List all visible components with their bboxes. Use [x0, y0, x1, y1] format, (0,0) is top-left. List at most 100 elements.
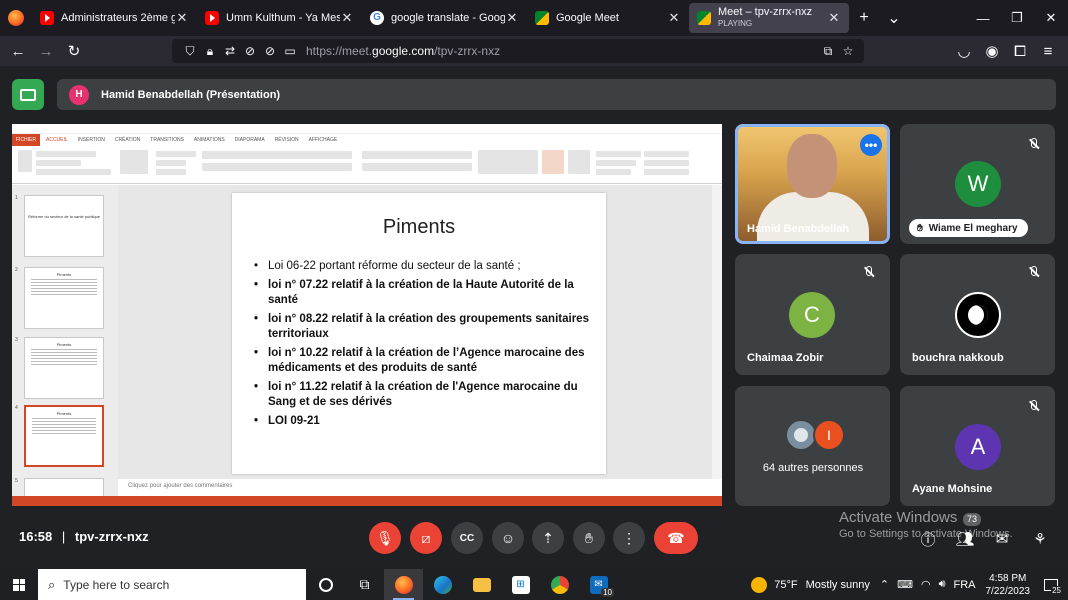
raise-hand-button[interactable]: ✋︎ — [573, 522, 605, 554]
start-button[interactable] — [0, 569, 38, 600]
forward-arrow-icon[interactable]: → — [32, 37, 60, 65]
picture-in-picture-icon[interactable]: ⧉ — [818, 41, 838, 61]
thumb-number: 2 — [15, 267, 18, 273]
more-options-button[interactable]: ⋮ — [613, 522, 645, 554]
ribbon-control — [156, 151, 196, 157]
url-prefix: https://meet. — [306, 44, 373, 58]
reload-icon[interactable]: ↻ — [60, 37, 88, 65]
new-tab-button[interactable]: + — [849, 3, 879, 33]
clock-time: 4:58 PM — [989, 572, 1027, 584]
camera-off-button[interactable]: ⧄ — [410, 522, 442, 554]
window-close-button[interactable]: ✕ — [1034, 0, 1068, 36]
back-arrow-icon[interactable]: ← — [4, 37, 32, 65]
pocket-icon[interactable]: ◡ — [950, 37, 978, 65]
shield-icon[interactable]: ⛉ — [180, 41, 200, 61]
leave-call-button[interactable]: ☎︎ — [654, 522, 698, 554]
browser-tab-active[interactable]: Meet – tpv-zrrx-nxz PLAYING ✕ — [689, 3, 849, 33]
others-tile[interactable]: I 64 autres personnes — [735, 386, 890, 506]
close-icon[interactable]: ✕ — [175, 10, 189, 26]
ribbon-control — [596, 169, 631, 175]
presenter-label: Hamid Benabdellah (Présentation) — [101, 88, 281, 101]
present-button[interactable]: ⇡ — [532, 522, 564, 554]
chevron-up-icon[interactable]: ⌃ — [880, 578, 889, 591]
microphone-off-button[interactable]: 🎙︎ — [369, 522, 401, 554]
weather-widget[interactable]: 75°F Mostly sunny — [751, 576, 870, 593]
volume-icon[interactable]: 🔊︎ — [939, 578, 946, 591]
thumb-number: 4 — [15, 405, 18, 411]
chat-icon[interactable]: ✉︎ — [988, 525, 1016, 553]
hand-raised-icon: ✋︎ — [917, 222, 923, 234]
thumb-number: 1 — [15, 195, 18, 201]
presentation-toggle-button[interactable] — [12, 79, 44, 110]
tab-title: Google Meet — [556, 12, 619, 24]
permissions-icon[interactable]: ⇄ — [220, 41, 240, 61]
notification-badge: 25 — [1051, 585, 1062, 595]
screen-share-icon[interactable]: ▭ — [280, 41, 300, 61]
restore-button[interactable]: ❐ — [1000, 0, 1034, 36]
microphone-blocked-icon[interactable]: ⊘ — [260, 41, 280, 61]
activities-icon[interactable]: ⚘ — [1026, 525, 1054, 553]
captions-button[interactable]: CC — [451, 522, 483, 554]
extensions-icon[interactable]: ⧠ — [1006, 37, 1034, 65]
task-view-icon[interactable]: ⧉ — [345, 569, 384, 600]
chrome-icon[interactable] — [540, 569, 579, 600]
weather-description: Mostly sunny — [805, 578, 870, 591]
notifications-icon[interactable]: 25 — [1040, 575, 1062, 595]
cortana-icon[interactable] — [306, 569, 345, 600]
wifi-icon[interactable]: ◠ — [921, 578, 931, 591]
ribbon-control — [36, 151, 96, 157]
microphone-off-icon — [1025, 396, 1043, 414]
avatar: I — [813, 419, 845, 451]
minimize-button[interactable]: — — [966, 0, 1000, 36]
more-options-icon[interactable]: ••• — [860, 134, 882, 156]
meeting-details-icon[interactable]: ⓘ — [914, 525, 942, 553]
tab-list-chevron-icon[interactable]: ⌄ — [879, 3, 909, 33]
file-explorer-icon[interactable] — [462, 569, 501, 600]
browser-tab[interactable]: Umm Kulthum - Ya Mesaharni ✕ — [197, 3, 362, 33]
firefox-icon[interactable] — [0, 0, 32, 36]
ppt-status-bar — [12, 496, 722, 506]
participant-name: Ayane Mohsine — [912, 483, 993, 495]
participant-tile[interactable]: bouchra nakkoub — [900, 254, 1055, 375]
font-controls — [202, 151, 352, 159]
slide-thumbnail: Piments — [24, 337, 104, 399]
slide-bullet: loi n° 11.22 relatif à la création de l'… — [254, 380, 590, 410]
edge-icon[interactable] — [423, 569, 462, 600]
ribbon-control — [596, 151, 641, 157]
browser-tab[interactable]: Google Meet ✕ — [527, 3, 689, 33]
participant-name: Hamid Benabdellah — [747, 223, 850, 235]
windows-taskbar: ⌕ Type here to search ⧉ ⊞ ✉︎ 10 75°F Most… — [0, 569, 1068, 600]
people-icon[interactable]: 👥︎ — [951, 525, 979, 553]
taskbar-search[interactable]: ⌕ Type here to search — [38, 569, 306, 600]
slide-thumbnail — [24, 478, 104, 498]
camera-blocked-icon[interactable]: ⊘ — [240, 41, 260, 61]
close-icon[interactable]: ✕ — [340, 10, 354, 26]
firefox-taskbar-icon[interactable] — [384, 569, 423, 600]
ribbon-control — [156, 160, 186, 166]
clock[interactable]: 4:58 PM 7/22/2023 — [986, 572, 1031, 598]
bookmark-star-icon[interactable]: ☆ — [838, 41, 858, 61]
mail-icon[interactable]: ✉︎ 10 — [579, 569, 618, 600]
close-icon[interactable]: ✕ — [505, 10, 519, 26]
emoji-button[interactable]: ☺ — [492, 522, 524, 554]
participant-tile[interactable]: C Chaimaa Zobir — [735, 254, 890, 375]
slide-bullet: Loi 06-22 portant réforme du secteur de … — [254, 259, 590, 274]
meeting-info: 16:58 | tpv-zrrx-nxz — [19, 529, 149, 544]
slide-bullet: loi n° 10.22 relatif à la création de l’… — [254, 346, 590, 376]
browser-tab[interactable]: Administrateurs 2ème grade ✕ — [32, 3, 197, 33]
participant-tile[interactable]: A Ayane Mohsine — [900, 386, 1055, 506]
close-icon[interactable]: ✕ — [667, 10, 681, 26]
participant-tile[interactable]: W ✋︎ Wiame El meghary — [900, 124, 1055, 244]
participant-tile-video[interactable]: ••• Hamid Benabdellah — [735, 124, 890, 244]
ime-icon[interactable]: ⌨︎ — [897, 578, 913, 591]
account-icon[interactable]: ◉ — [978, 37, 1006, 65]
language-indicator[interactable]: FRA — [954, 579, 976, 591]
store-icon[interactable]: ⊞ — [501, 569, 540, 600]
lock-icon[interactable]: 🔒︎ — [200, 41, 220, 61]
browser-tab[interactable]: G google translate - Google Search ✕ — [362, 3, 527, 33]
profile-image-avatar — [955, 292, 1001, 338]
address-bar[interactable]: ⛉ 🔒︎ ⇄ ⊘ ⊘ ▭ https://meet.google.com/tpv… — [172, 39, 864, 63]
menu-icon[interactable]: ≡ — [1034, 37, 1062, 65]
close-icon[interactable]: ✕ — [827, 10, 841, 26]
navigation-bar: ← → ↻ ⛉ 🔒︎ ⇄ ⊘ ⊘ ▭ https://meet.google.c… — [0, 36, 1068, 66]
